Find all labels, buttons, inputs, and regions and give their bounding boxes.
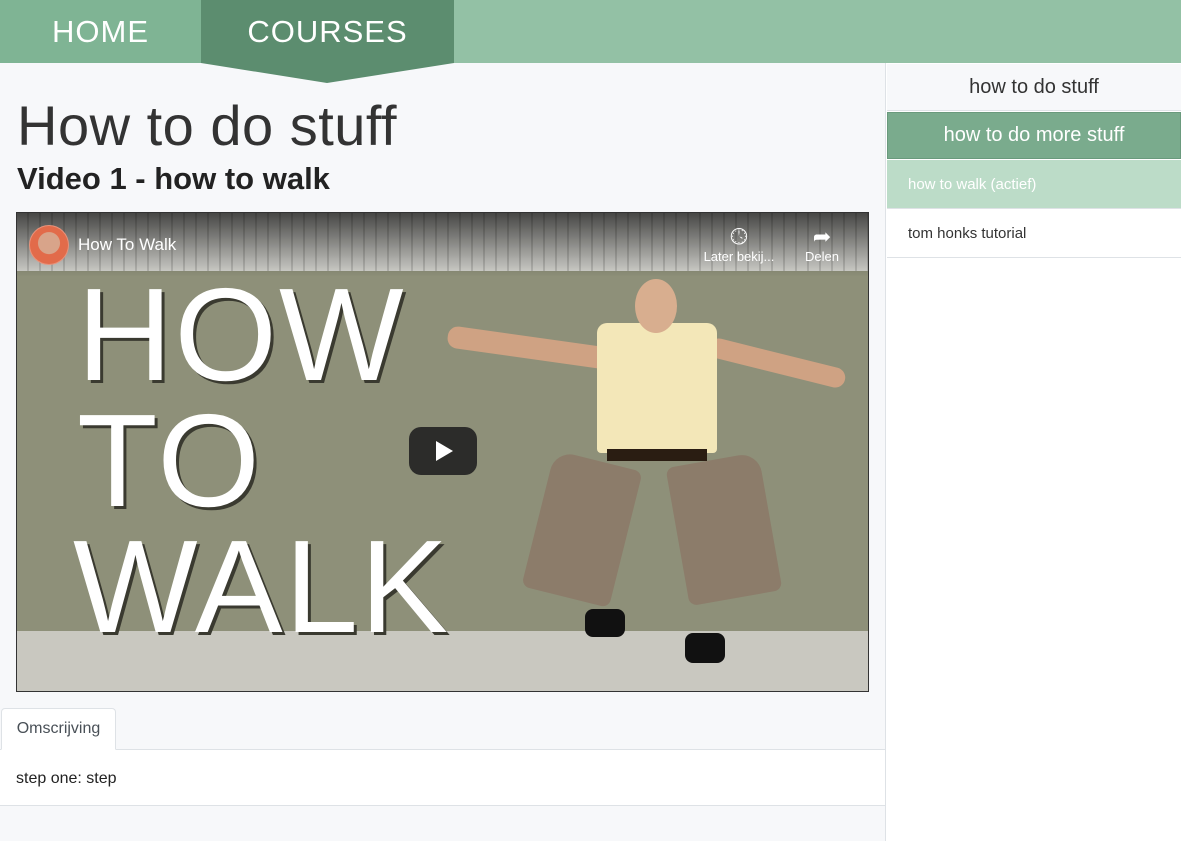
tab-bar: Omscrijving	[0, 708, 885, 750]
person-left-shoe	[585, 609, 625, 637]
share-label: Delen	[805, 249, 839, 264]
video-overlay-text-to: TO	[77, 387, 262, 534]
nav-courses-link[interactable]: COURSES	[201, 0, 454, 63]
tab-omschrijving[interactable]: Omscrijving	[1, 708, 116, 750]
share-button[interactable]: ➦ Delen	[799, 224, 845, 265]
channel-avatar[interactable]	[29, 225, 69, 265]
person-head	[635, 279, 677, 333]
description-panel: step one: step	[0, 750, 885, 806]
watch-later-label: Later bekij...	[703, 249, 775, 264]
sidebar-item-tom-honks-tutorial[interactable]: tom honks tutorial	[887, 209, 1181, 258]
page-title: How to do stuff	[17, 94, 398, 157]
share-arrow-icon: ➦	[812, 224, 832, 249]
video-player[interactable]: HOW TO WALK How To Walk 🕓︎ Later bekij..…	[16, 212, 869, 692]
description-text: step one: step	[16, 770, 117, 787]
video-title: Video 1 - how to walk	[17, 161, 330, 196]
sidebar-item-how-to-walk[interactable]: how to walk (actief)	[887, 160, 1181, 209]
person-shirt	[597, 323, 717, 453]
sidebar-course-how-to-do-stuff[interactable]: how to do stuff	[887, 64, 1181, 111]
video-embed-title[interactable]: How To Walk	[78, 235, 176, 255]
nav-home-link[interactable]: HOME	[0, 0, 201, 63]
video-overlay-text-walk: WALK	[73, 513, 451, 660]
top-navbar: HOME COURSES	[0, 0, 1181, 63]
watch-later-button[interactable]: 🕓︎ Later bekij...	[699, 224, 779, 265]
person-belt	[607, 449, 707, 461]
main-content: How to do stuff Video 1 - how to walk HO…	[0, 63, 885, 841]
video-overlay-text-how: HOW	[77, 261, 406, 408]
play-icon[interactable]	[409, 427, 477, 475]
clock-icon: 🕓︎	[730, 224, 748, 249]
person-right-shoe	[685, 633, 725, 663]
sidebar-course-how-to-do-more-stuff[interactable]: how to do more stuff	[887, 112, 1181, 159]
course-sidebar: how to do stuff how to do more stuff how…	[885, 63, 1181, 841]
